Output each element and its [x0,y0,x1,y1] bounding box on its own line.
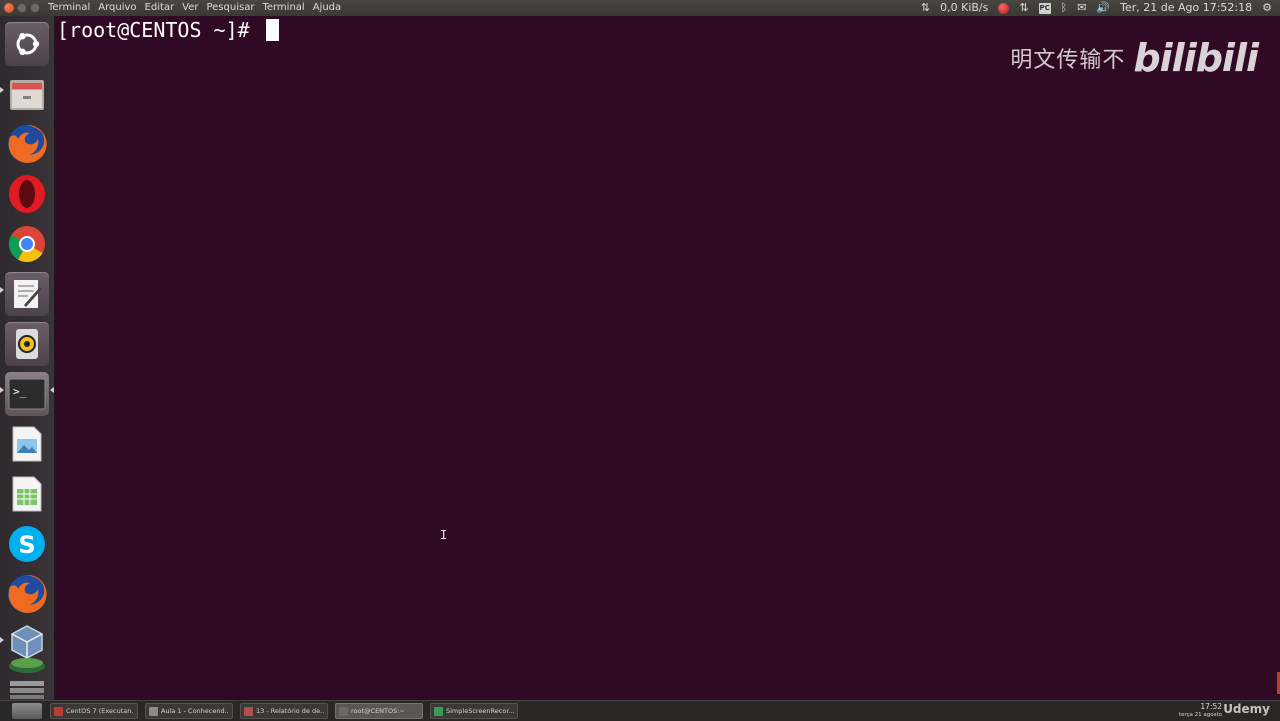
task-centos-vm[interactable]: CentOS 7 (Executan... [50,703,138,719]
document-task-icon [244,706,253,716]
file-manager-icon [10,80,44,110]
recorder-task-icon [434,706,443,716]
firefox-icon-2 [8,574,47,613]
bilibili-watermark: 明文传输不 bilibili [1010,36,1259,80]
ubuntu-dash-icon [16,33,40,55]
task-terminal[interactable]: root@CENTOS:~ [335,703,423,719]
mail-icon[interactable]: ✉ [1077,0,1086,16]
network-speed[interactable]: 0,0 KiB/s [940,0,988,16]
menu-terminal[interactable]: Terminal [262,0,304,16]
skype-icon: S [9,526,45,562]
chrome-icon [8,226,45,263]
trash-icon [10,681,44,699]
menu-ajuda[interactable]: Ajuda [313,0,341,16]
firefox-button-2[interactable] [5,572,49,616]
tray-date: terça 21 agosto [1178,712,1222,718]
task-relatorio[interactable]: 13 - Relatório de de... [240,703,328,719]
menu-editar[interactable]: Editar [145,0,175,16]
text-editor-icon [14,280,42,308]
clock[interactable]: Ter, 21 de Ago 17:52:18 [1120,0,1252,16]
mouse-ibeam-cursor-icon: I [440,528,448,542]
top-panel: Terminal Arquivo Editar Ver Pesquisar Te… [0,0,1280,16]
bottom-taskbar: CentOS 7 (Executan... Aula 1 - Conhecend… [0,700,1280,721]
trash-button[interactable] [5,676,49,700]
svg-text:S: S [18,531,35,559]
browser-task-icon [149,706,158,716]
menu-terminal-app[interactable]: Terminal [48,0,90,16]
svg-text:>_: >_ [13,385,27,398]
terminal-window[interactable]: [root@CENTOS ~]# I 明文传输不 bilibili [55,16,1280,700]
network-transfer-icon[interactable]: ⇅ [1019,0,1028,16]
task-aula[interactable]: Aula 1 - Conhecend... [145,703,233,719]
firefox-icon [8,124,47,163]
image-viewer-button[interactable] [5,422,49,466]
task-label: CentOS 7 (Executan... [66,707,134,715]
watermark-text: 明文传输不 [1010,48,1126,73]
terminal-button[interactable]: >_ [5,372,49,416]
menu-ver[interactable]: Ver [182,0,198,16]
chrome-button[interactable] [5,222,49,266]
task-label: Aula 1 - Conhecend... [161,707,229,715]
maximize-window-button[interactable] [30,3,40,13]
screen-recorder-icon[interactable] [998,2,1010,14]
bilibili-logo: bilibili [1133,36,1259,80]
skype-button[interactable]: S [5,522,49,566]
minimize-window-button[interactable] [17,3,27,13]
task-screen-recorder[interactable]: SimpleScreenRecor... [430,703,518,719]
terminal-task-icon [339,706,348,716]
spreadsheet-icon [12,476,42,512]
image-viewer-icon [12,426,42,462]
workspace-icon [9,658,45,673]
firefox-button[interactable] [5,122,49,166]
host-start-button[interactable] [12,703,42,719]
shell-prompt: [root@CENTOS ~]# [57,18,262,42]
indicator-area: ⇅ 0,0 KiB/s ⇅ PC ᛒ ✉ 🔊 Ter, 21 de Ago 17… [921,0,1272,16]
task-label: 13 - Relatório de de... [256,707,324,715]
menu-arquivo[interactable]: Arquivo [98,0,136,16]
ubuntu-dash-button[interactable] [5,22,49,66]
virtualbox-task-icon [54,706,63,716]
workspace-switcher-button[interactable] [5,652,49,676]
close-window-button[interactable] [4,3,14,13]
app-menu: Terminal Arquivo Editar Ver Pesquisar Te… [48,0,341,16]
tray-clock[interactable]: 17:52 terça 21 agosto [1179,703,1222,719]
rhythmbox-icon [16,329,38,359]
udemy-logo: Udemy [1223,702,1270,716]
opera-button[interactable] [5,172,49,216]
gear-icon[interactable]: ⚙ [1262,0,1272,16]
file-manager-button[interactable] [5,72,49,116]
opera-icon [9,175,45,213]
rhythmbox-button[interactable] [5,322,49,366]
tray-time: 17:52 [1200,702,1222,711]
text-cursor [265,19,279,41]
window-controls [4,3,40,13]
launcher: >_ S [0,16,55,700]
task-label: root@CENTOS:~ [351,707,405,715]
volume-icon[interactable]: 🔊 [1096,0,1110,16]
spreadsheet-button[interactable] [5,472,49,516]
pc-indicator-icon[interactable]: PC [1038,2,1051,14]
terminal-icon: >_ [8,378,46,410]
command-line[interactable]: [root@CENTOS ~]# [57,18,279,42]
network-activity-icon[interactable]: ⇅ [921,0,930,16]
bluetooth-icon[interactable]: ᛒ [1061,0,1068,16]
menu-pesquisar[interactable]: Pesquisar [206,0,254,16]
task-label: SimpleScreenRecor... [446,707,514,715]
text-editor-button[interactable] [5,272,49,316]
